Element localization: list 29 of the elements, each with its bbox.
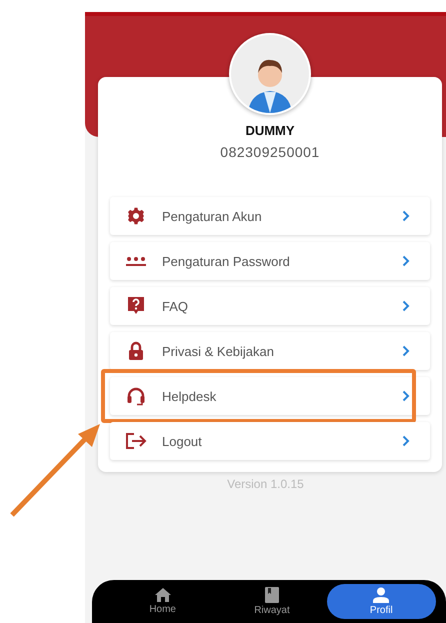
menu-label: Logout [162, 434, 203, 448]
chevron-right-icon [402, 300, 410, 312]
user-name: DUMMY [245, 123, 295, 138]
version-text: Version 1.0.15 [227, 477, 304, 491]
nav-tab[interactable]: Home [108, 584, 218, 619]
chevron-right-icon [402, 390, 410, 402]
nav-tab[interactable]: Riwayat [217, 584, 327, 619]
chevron-right-icon [402, 435, 410, 447]
menu-item[interactable]: Pengaturan Akun [110, 197, 430, 235]
chevron-right-icon [402, 210, 410, 222]
person-icon [373, 587, 390, 603]
nav-tab[interactable]: Profil [326, 584, 436, 619]
menu-item[interactable]: Pengaturan Password [110, 242, 430, 280]
menu-item[interactable]: FAQ [110, 287, 430, 325]
menu-label: Privasi & Kebijakan [162, 344, 275, 358]
book-icon [264, 587, 279, 603]
menu-label: Pengaturan Akun [162, 208, 263, 224]
password-dots-icon [124, 255, 148, 267]
menu-label: Pengaturan Password [162, 254, 291, 268]
menu-label: Helpdesk [162, 388, 218, 404]
phone-number: 082309250001 [220, 144, 320, 160]
logout-icon [124, 432, 148, 450]
menu-item[interactable]: Helpdesk [110, 377, 430, 415]
menu-label: FAQ [162, 298, 190, 314]
chevron-right-icon [402, 255, 410, 267]
home-icon [154, 588, 171, 602]
menu-item[interactable]: Privasi & Kebijakan [110, 332, 430, 370]
menu-item[interactable]: Logout [110, 422, 430, 460]
chevron-right-icon [402, 345, 410, 357]
